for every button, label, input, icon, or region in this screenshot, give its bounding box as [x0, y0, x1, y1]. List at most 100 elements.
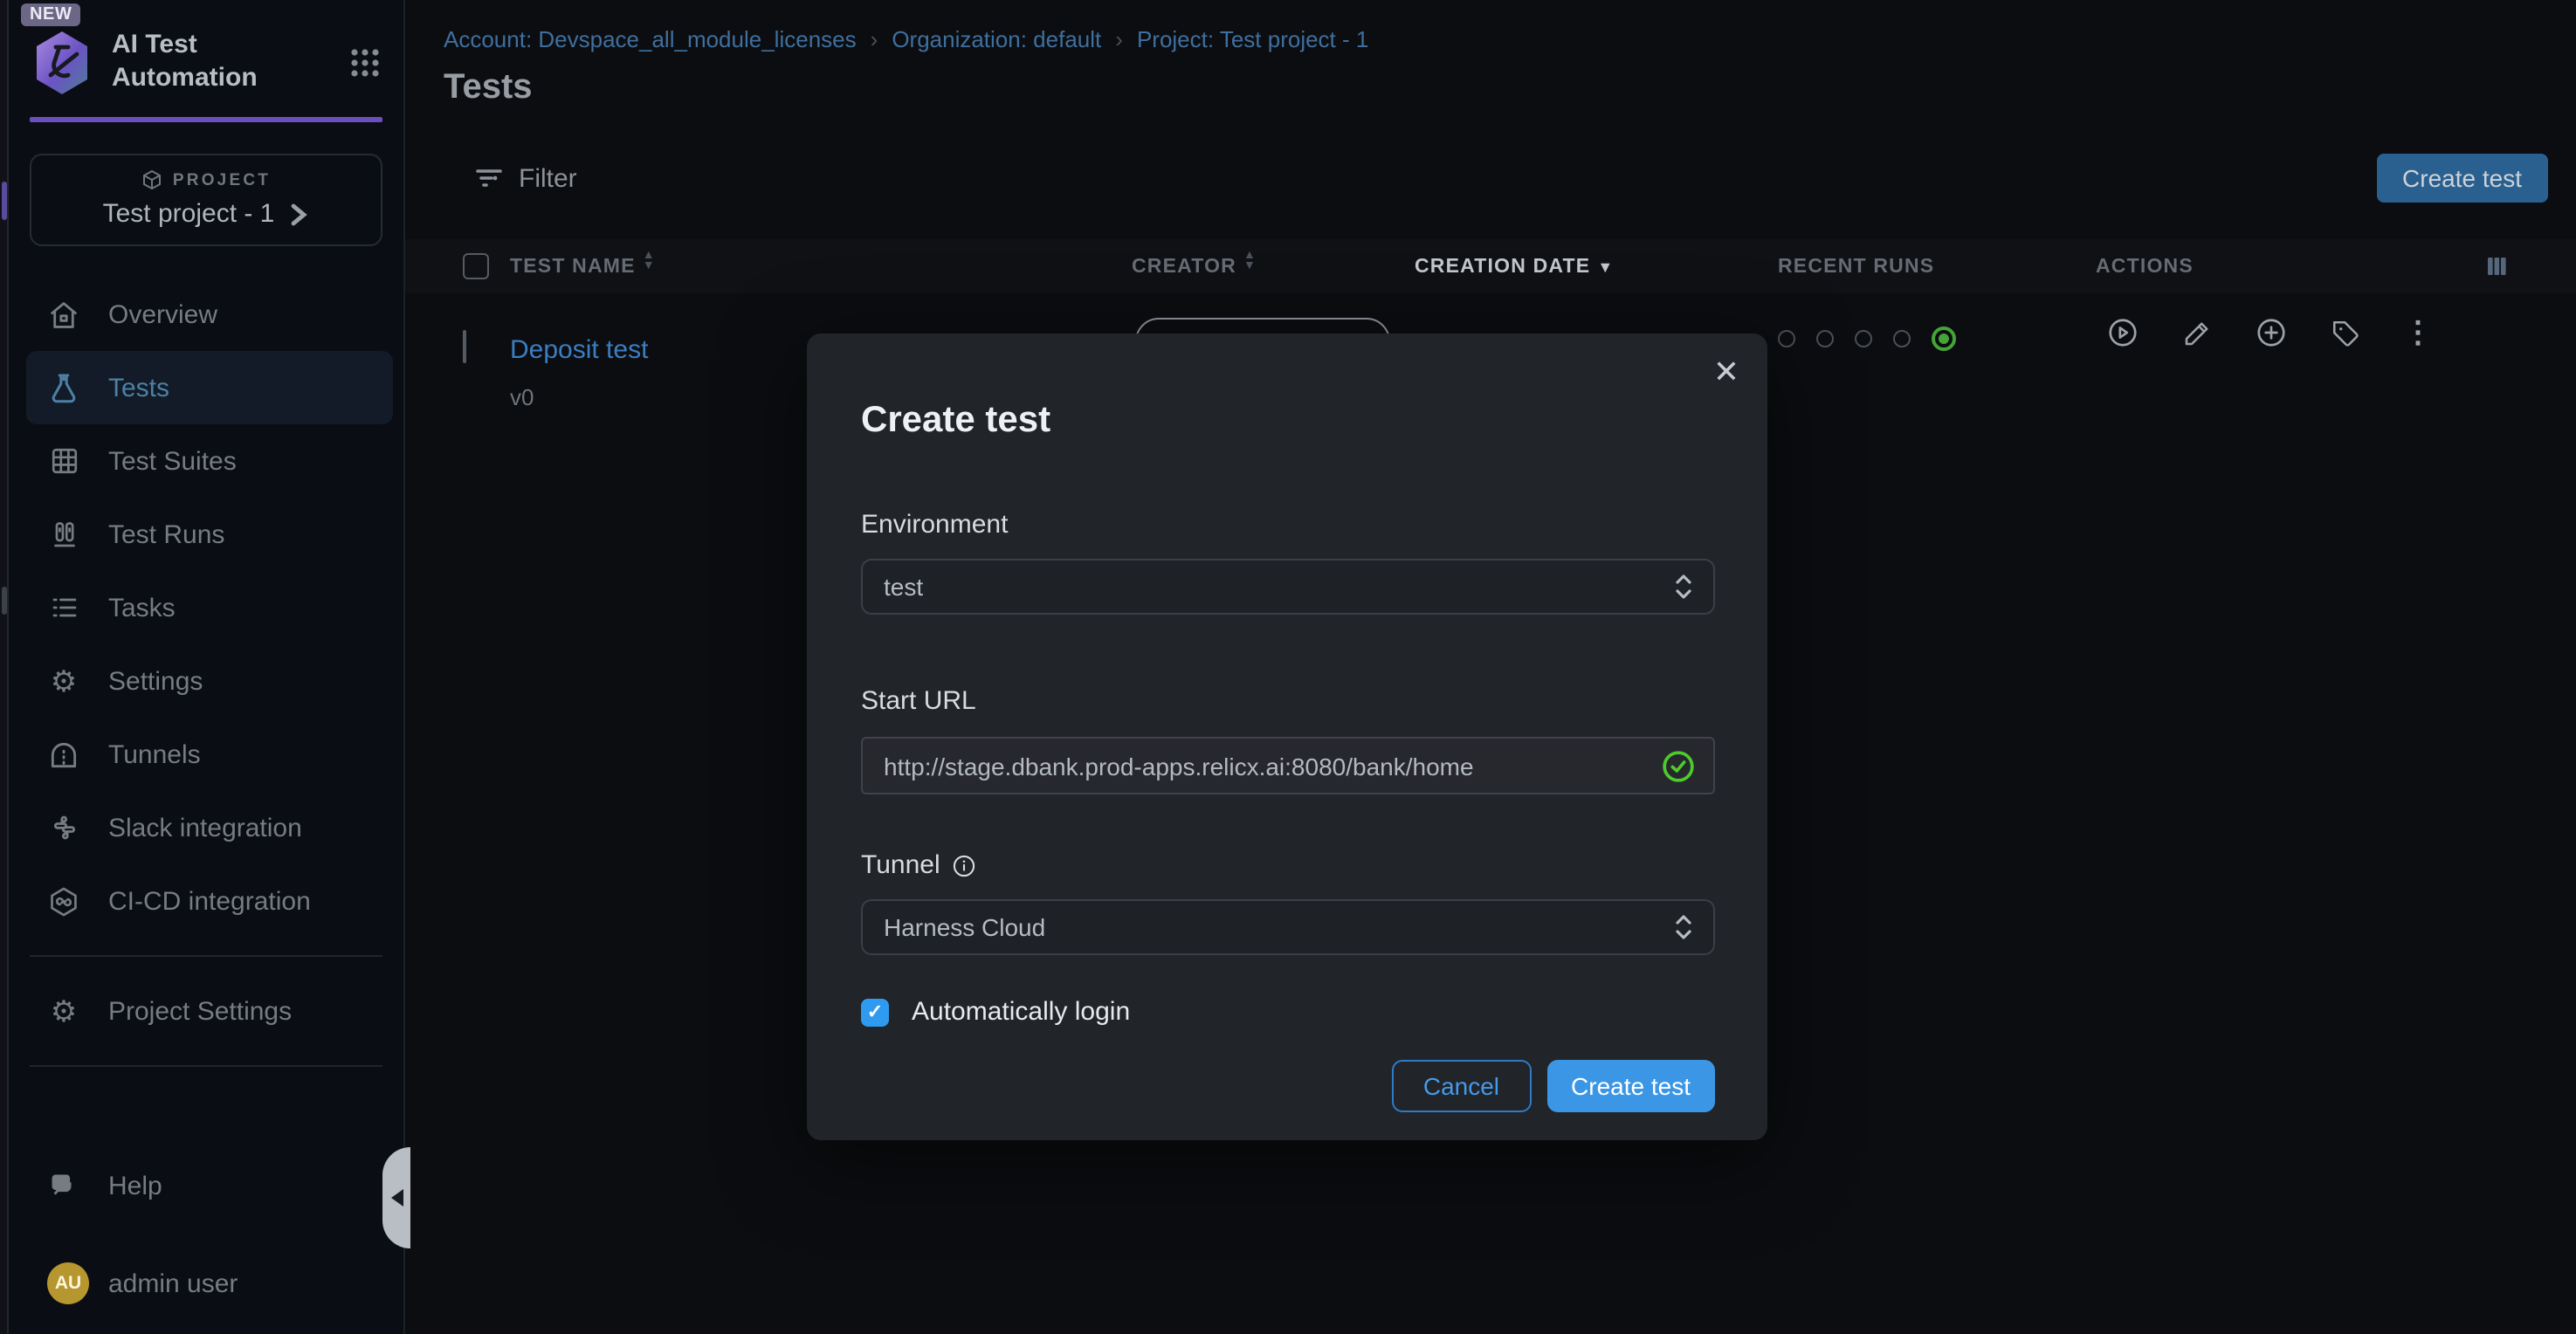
column-test-name[interactable]: TEST NAME ▲▼: [510, 256, 656, 277]
auto-login-checkbox-row[interactable]: ✓ Automatically login: [861, 997, 1715, 1027]
edit-icon[interactable]: [2181, 317, 2213, 348]
sidebar-item-label: CI-CD integration: [108, 886, 311, 916]
close-icon[interactable]: ✕: [1713, 356, 1739, 388]
run-status-pass-icon[interactable]: [1932, 327, 1956, 351]
app-screen: NEW AI Test Automation: [0, 0, 2576, 1334]
app-logo-icon: [30, 30, 94, 96]
chevron-right-icon: [288, 202, 309, 226]
breadcrumb-project-link[interactable]: Project: Test project - 1: [1137, 26, 1368, 52]
project-kicker-label: PROJECT: [173, 170, 271, 189]
sidebar: NEW AI Test Automation: [9, 0, 405, 1334]
table-header: TEST NAME ▲▼ CREATOR ▲▼ CREATION DATE ▼ …: [405, 239, 2576, 293]
sidebar-item-label: Tunnels: [108, 739, 201, 769]
svg-text:?: ?: [59, 1175, 66, 1189]
select-chevrons-icon: [1675, 573, 1692, 601]
environment-select[interactable]: test: [861, 559, 1715, 615]
breadcrumb-separator: ›: [871, 26, 878, 52]
app-switcher-icon[interactable]: [348, 45, 382, 80]
tag-icon[interactable]: [2330, 317, 2361, 348]
run-status-empty-icon[interactable]: [1855, 330, 1872, 347]
modal-create-test-button[interactable]: Create test: [1546, 1060, 1715, 1112]
auto-login-label: Automatically login: [912, 997, 1130, 1027]
gear-icon: ⚙: [47, 994, 80, 1028]
start-url-input[interactable]: [884, 752, 1661, 780]
cube-icon: [141, 169, 162, 190]
sidebar-item-test-suites[interactable]: Test Suites: [9, 424, 403, 498]
column-settings-icon[interactable]: [2483, 253, 2510, 279]
breadcrumb-separator: ›: [1115, 26, 1123, 52]
column-creation-date[interactable]: CREATION DATE ▼: [1415, 256, 1614, 277]
add-icon[interactable]: [2255, 316, 2288, 349]
sidebar-item-test-runs[interactable]: Test Runs: [9, 498, 403, 571]
sort-desc-icon: ▼: [1597, 258, 1614, 275]
sidebar-item-tasks[interactable]: Tasks: [9, 571, 403, 644]
sidebar-item-label: Settings: [108, 666, 203, 696]
grid-icon: [47, 444, 80, 478]
sort-icon: ▲▼: [1243, 256, 1257, 277]
column-creator[interactable]: CREATOR ▲▼: [1132, 256, 1257, 277]
sidebar-item-user[interactable]: AU admin user: [9, 1247, 403, 1320]
run-status-empty-icon[interactable]: [1893, 330, 1911, 347]
sidebar-item-label: Slack integration: [108, 813, 302, 842]
more-icon[interactable]: ⋮: [2403, 318, 2433, 347]
filter-label: Filter: [519, 163, 577, 193]
run-status-empty-icon[interactable]: [1816, 330, 1834, 347]
sidebar-item-overview[interactable]: Overview: [9, 278, 403, 351]
start-url-label: Start URL: [861, 686, 1715, 716]
flask-icon: [47, 371, 80, 404]
sidebar-item-slack-integration[interactable]: Slack integration: [9, 791, 403, 864]
column-recent-runs: RECENT RUNS: [1778, 256, 1934, 277]
sidebar-item-label: Test Suites: [108, 446, 237, 476]
sidebar-item-cicd-integration[interactable]: CI-CD integration: [9, 864, 403, 938]
new-badge: NEW: [21, 3, 80, 26]
brand-underline: [30, 117, 382, 122]
run-status-empty-icon[interactable]: [1778, 330, 1795, 347]
tunnel-value: Harness Cloud: [884, 913, 1045, 941]
app-title: AI Test Automation: [112, 31, 341, 96]
gear-icon: ⚙: [47, 664, 80, 698]
sidebar-item-tunnels[interactable]: Tunnels: [9, 718, 403, 791]
breadcrumb-account-link[interactable]: Account: Devspace_all_module_licenses: [444, 26, 857, 52]
row-checkbox[interactable]: [463, 332, 466, 363]
row-actions: ⋮: [2106, 316, 2433, 349]
create-test-button[interactable]: Create test: [2376, 154, 2548, 203]
info-icon[interactable]: [953, 853, 977, 877]
sidebar-item-label: Overview: [108, 299, 217, 329]
create-test-modal: ✕ Create test Environment test Start URL…: [807, 334, 1767, 1140]
filter-icon: [475, 166, 503, 190]
breadcrumb-organization-link[interactable]: Organization: default: [892, 26, 1101, 52]
tunnel-label: Tunnel: [861, 850, 1715, 880]
toolbar: Filter Create test: [405, 108, 2576, 203]
tunnel-select[interactable]: Harness Cloud: [861, 899, 1715, 955]
select-all-checkbox[interactable]: [463, 253, 489, 279]
test-version: v0: [510, 384, 534, 410]
slack-icon: [47, 811, 80, 844]
sidebar-item-label: Project Settings: [108, 996, 292, 1026]
tunnel-icon: [47, 738, 80, 771]
sidebar-bottom: ? Help AU admin user: [9, 1149, 403, 1334]
collapse-arrow-icon: [390, 1189, 403, 1207]
modal-footer: Cancel Create test: [861, 1060, 1715, 1112]
rail-scroll-thumb[interactable]: [2, 587, 7, 615]
cancel-button[interactable]: Cancel: [1392, 1060, 1531, 1112]
checkbox-checked-icon[interactable]: ✓: [861, 998, 889, 1026]
filter-button[interactable]: Filter: [475, 163, 577, 193]
modal-title: Create test: [861, 400, 1715, 442]
sidebar-item-label: Tasks: [108, 593, 176, 622]
url-valid-check-icon: [1661, 748, 1696, 783]
avatar: AU: [47, 1262, 89, 1304]
test-name-link[interactable]: Deposit test: [510, 335, 648, 365]
sidebar-item-help[interactable]: ? Help: [9, 1149, 403, 1222]
environment-label: Environment: [861, 510, 1715, 540]
project-selector[interactable]: PROJECT Test project - 1: [30, 154, 382, 246]
sidebar-item-settings[interactable]: ⚙ Settings: [9, 644, 403, 718]
sidebar-item-label: Test Runs: [108, 519, 224, 549]
start-url-field: [861, 737, 1715, 794]
help-chat-icon: ?: [47, 1169, 80, 1202]
run-icon[interactable]: [2106, 316, 2139, 349]
page-title: Tests: [405, 52, 2576, 108]
sidebar-divider: [30, 955, 382, 957]
cicd-icon: [47, 884, 80, 918]
sidebar-item-project-settings[interactable]: ⚙ Project Settings: [9, 974, 403, 1048]
sidebar-item-tests[interactable]: Tests: [26, 351, 393, 424]
